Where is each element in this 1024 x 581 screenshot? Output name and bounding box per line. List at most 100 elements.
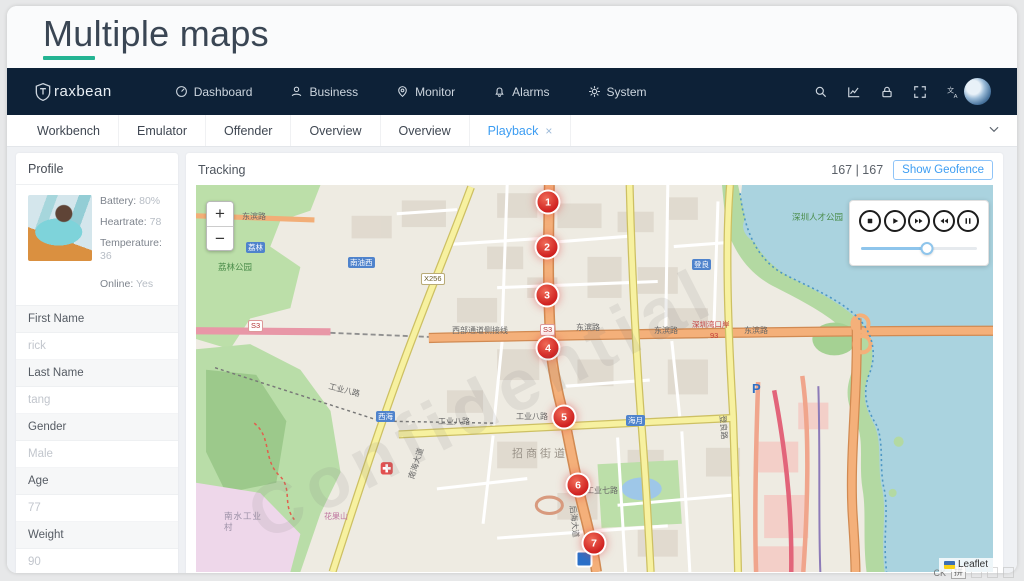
nav-item-dashboard[interactable]: Dashboard: [175, 85, 253, 99]
tracking-panel: Tracking 167 | 167 Show Geofence: [186, 153, 1003, 573]
title-accent-underline: [43, 56, 95, 60]
tab-overview[interactable]: Overview: [381, 115, 470, 146]
rewind-button[interactable]: [933, 210, 955, 232]
stat-label: Temperature:: [100, 237, 162, 249]
svg-text:A: A: [954, 93, 958, 98]
stat-label: Heartrate:: [100, 216, 150, 228]
field-label-age: Age: [16, 468, 178, 495]
leaflet-attribution[interactable]: Leaflet: [939, 558, 993, 572]
show-geofence-button[interactable]: Show Geofence: [893, 160, 993, 180]
nav-item-business[interactable]: Business: [290, 85, 358, 99]
track-marker-6[interactable]: 6: [568, 475, 589, 496]
field-value-age[interactable]: 77: [16, 495, 178, 522]
lock-icon[interactable]: [880, 85, 894, 99]
hospital-icon: [381, 462, 393, 474]
stop-button[interactable]: [859, 210, 881, 232]
business-icon: [290, 85, 303, 98]
nav-item-label: Alarms: [512, 85, 549, 99]
field-label-weight: Weight: [16, 522, 178, 549]
search-icon[interactable]: [814, 85, 828, 99]
screen-frame: Multiple maps raxbean Dashboard Business M…: [0, 0, 1024, 581]
field-value-last-name[interactable]: tang: [16, 387, 178, 414]
slider-track[interactable]: [861, 247, 977, 250]
chart-icon[interactable]: [847, 85, 861, 99]
translate-icon[interactable]: 文A: [946, 85, 960, 99]
field-label-last-name: Last Name: [16, 360, 178, 387]
track-marker-2[interactable]: 2: [537, 237, 558, 258]
stat-heartrate-: Heartrate: 78: [100, 216, 170, 229]
pause-button[interactable]: [957, 210, 979, 232]
stat-label: Online:: [100, 278, 136, 290]
tab-label: Playback: [488, 124, 539, 138]
tab-bar-tabs: Workbench Emulator Offender OverviewOvervie…: [19, 115, 571, 146]
slider-fill: [861, 247, 927, 250]
map-zoom-control: + −: [206, 201, 234, 251]
track-marker-3[interactable]: 3: [537, 285, 558, 306]
playback-buttons: [859, 210, 979, 232]
nav-item-system[interactable]: System: [588, 85, 647, 99]
traxbean-logo[interactable]: raxbean: [33, 82, 112, 102]
tab-emulator[interactable]: Emulator: [119, 115, 206, 146]
zoom-out-button[interactable]: −: [207, 226, 233, 250]
tab-label: Offender: [224, 124, 272, 138]
svg-text:文: 文: [947, 85, 954, 94]
field-value-gender[interactable]: Male: [16, 441, 178, 468]
tab-offender[interactable]: Offender: [206, 115, 291, 146]
track-marker-1[interactable]: 1: [538, 192, 559, 213]
tracking-header: Tracking 167 | 167 Show Geofence: [186, 153, 1003, 185]
playback-slider[interactable]: [859, 241, 979, 255]
page-title: Multiple maps: [43, 14, 1017, 54]
zoom-in-button[interactable]: +: [207, 202, 233, 226]
profile-stats: Battery: 80% Heartrate: 78 Temperature: 36…: [100, 195, 170, 299]
stat-value: 78: [150, 216, 162, 228]
track-marker-7[interactable]: 7: [584, 533, 605, 554]
tab-playback[interactable]: Playback ×: [470, 115, 572, 146]
stat-temperature-: Temperature: 36: [100, 237, 170, 263]
tab-label: Workbench: [37, 124, 100, 138]
nav-item-label: Business: [309, 85, 358, 99]
point-counter: 167 | 167: [831, 163, 883, 177]
tabs-chevron-down-icon[interactable]: [987, 122, 1001, 141]
tab-label: Emulator: [137, 124, 187, 138]
shield-t-icon: [33, 82, 53, 102]
map-canvas[interactable]: 东滨路荔林荔林公园南油西X256S3西部通道侧接线S3东滨路东滨路深圳湾口岸93…: [196, 185, 993, 572]
play-button[interactable]: [884, 210, 906, 232]
alarms-icon: [493, 85, 506, 98]
stat-battery-: Battery: 80%: [100, 195, 170, 208]
nav-item-label: Monitor: [415, 85, 455, 99]
field-value-weight[interactable]: 90: [16, 549, 178, 573]
field-value-first-name[interactable]: rick: [16, 333, 178, 360]
stat-online-: Online: Yes: [100, 278, 170, 291]
track-marker-5[interactable]: 5: [554, 407, 575, 428]
track-marker-4[interactable]: 4: [538, 338, 559, 359]
attribution-text: Leaflet: [958, 559, 988, 570]
fast-forward-button[interactable]: [908, 210, 930, 232]
main-content: Profile Battery: 80% Heartrate: 78 Tempera…: [7, 147, 1017, 573]
profile-body: Battery: 80% Heartrate: 78 Temperature: 36…: [16, 185, 178, 305]
system-icon: [588, 85, 601, 98]
user-avatar[interactable]: [964, 78, 991, 105]
tab-close-icon[interactable]: ×: [545, 124, 552, 138]
nav-item-alarms[interactable]: Alarms: [493, 85, 549, 99]
profile-panel: Profile Battery: 80% Heartrate: 78 Tempera…: [16, 153, 178, 573]
ukraine-flag-icon: [944, 561, 955, 569]
nav-item-monitor[interactable]: Monitor: [396, 85, 455, 99]
tab-workbench[interactable]: Workbench: [19, 115, 119, 146]
monitor-icon: [396, 85, 409, 98]
ime-icon-placeholder[interactable]: [1003, 567, 1014, 578]
stat-value: 36: [100, 250, 112, 262]
tab-overview[interactable]: Overview: [291, 115, 380, 146]
stat-value: 80%: [139, 195, 160, 207]
profile-panel-title: Profile: [16, 153, 178, 185]
slider-handle[interactable]: [921, 242, 934, 255]
field-label-first-name: First Name: [16, 306, 178, 333]
fullscreen-icon[interactable]: [913, 85, 927, 99]
nav-item-label: System: [607, 85, 647, 99]
nav-actions: 文A: [814, 85, 960, 99]
dashboard-icon: [175, 85, 188, 98]
stat-label: Battery:: [100, 195, 139, 207]
current-position-marker[interactable]: [576, 551, 593, 568]
tracking-title: Tracking: [198, 163, 245, 177]
app-window: Multiple maps raxbean Dashboard Business M…: [7, 6, 1017, 573]
profile-photo: [28, 195, 92, 261]
